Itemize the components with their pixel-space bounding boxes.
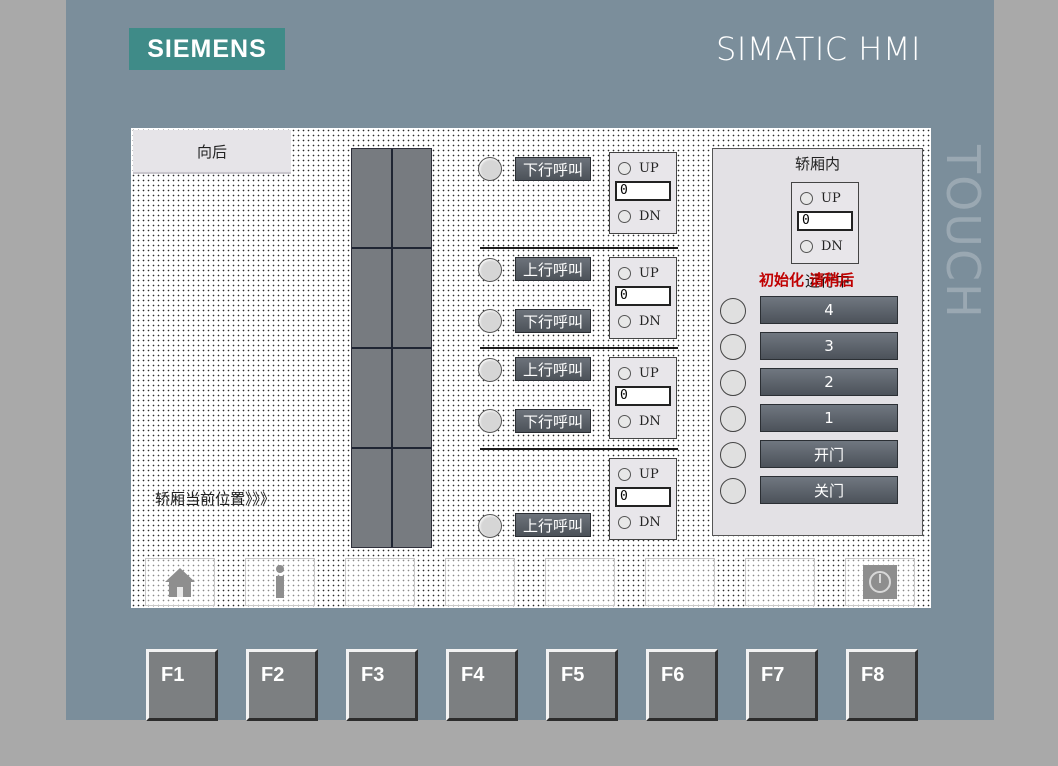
floor-2-up-lamp [478, 358, 502, 382]
f1-key[interactable]: F1 [146, 649, 218, 721]
elevator-shaft [351, 148, 432, 548]
f7-key[interactable]: F7 [746, 649, 818, 721]
door-open-lamp [720, 442, 746, 468]
up-label: UP [639, 266, 659, 281]
floor-3-up-lamp [478, 258, 502, 282]
nav-slot-4[interactable] [445, 558, 515, 606]
dn-lamp [618, 516, 631, 529]
init-status: 初始化 请稍后 [759, 271, 855, 289]
nav-slot-3[interactable] [345, 558, 415, 606]
power-icon [863, 565, 897, 599]
floor-value: 0 [797, 211, 853, 231]
floor-separator [480, 448, 678, 450]
dn-lamp [800, 240, 813, 253]
floor-3-up-call-button[interactable]: 上行呼叫 [515, 257, 591, 281]
floor-2-display: UP 0 DN [609, 357, 677, 439]
up-lamp [618, 162, 631, 175]
door-close-lamp [720, 478, 746, 504]
f3-key[interactable]: F3 [346, 649, 418, 721]
floor-1-lamp [720, 406, 746, 432]
floor-3-down-call-button[interactable]: 下行呼叫 [515, 309, 591, 333]
info-icon [276, 565, 284, 598]
floor-line [352, 447, 431, 449]
floor-1-up-call-button[interactable]: 上行呼叫 [515, 513, 591, 537]
floor-line [352, 247, 431, 249]
car-floor-1-button[interactable]: 1 [760, 404, 898, 432]
nav-slot-6[interactable] [645, 558, 715, 606]
floor-1-up-lamp [478, 514, 502, 538]
floor-value: 0 [615, 487, 671, 507]
f5-key[interactable]: F5 [546, 649, 618, 721]
dn-lamp [618, 315, 631, 328]
nav-slot-7[interactable] [745, 558, 815, 606]
floor-3-display: UP 0 DN [609, 257, 677, 339]
floor-line [352, 347, 431, 349]
info-button[interactable] [245, 558, 315, 606]
f4-key[interactable]: F4 [446, 649, 518, 721]
f8-key[interactable]: F8 [846, 649, 918, 721]
simatic-hmi-label: SIMATIC HMI [716, 30, 921, 68]
dn-label: DN [639, 209, 661, 224]
dn-label: DN [639, 414, 661, 429]
floor-value: 0 [615, 181, 671, 201]
floor-3-down-lamp [478, 309, 502, 333]
floor-2-down-lamp [478, 409, 502, 433]
floor-4-down-call-button[interactable]: 下行呼叫 [515, 157, 591, 181]
car-panel: 轿厢内 UP 0 DN 运行中 初始化 请稍后 4 3 2 1 开门 关门 [712, 148, 923, 536]
floor-2-up-call-button[interactable]: 上行呼叫 [515, 357, 591, 381]
up-label: UP [639, 161, 659, 176]
floor-separator [480, 347, 678, 349]
f2-key[interactable]: F2 [246, 649, 318, 721]
home-button[interactable] [145, 558, 215, 606]
up-label: UP [821, 191, 841, 206]
navigation-bar [131, 558, 931, 608]
floor-2-down-call-button[interactable]: 下行呼叫 [515, 409, 591, 433]
floor-4-lamp [720, 298, 746, 324]
dn-label: DN [639, 314, 661, 329]
floor-3-lamp [720, 334, 746, 360]
hmi-screen: 向后 轿厢当前位置》》》 下行呼叫 UP 0 DN 上行呼叫 下行呼叫 UP 0… [131, 128, 931, 608]
car-floor-2-button[interactable]: 2 [760, 368, 898, 396]
floor-4-display: UP 0 DN [609, 152, 677, 234]
touch-label: TOUCH [932, 128, 994, 336]
up-label: UP [639, 467, 659, 482]
dn-label: DN [821, 239, 843, 254]
up-lamp [618, 267, 631, 280]
door-open-button[interactable]: 开门 [760, 440, 898, 468]
nav-slot-5[interactable] [545, 558, 615, 606]
floor-1-display: UP 0 DN [609, 458, 677, 540]
car-floor-4-button[interactable]: 4 [760, 296, 898, 324]
power-button[interactable] [845, 558, 915, 606]
dn-label: DN [639, 515, 661, 530]
door-close-button[interactable]: 关门 [760, 476, 898, 504]
up-lamp [800, 192, 813, 205]
home-icon [165, 568, 195, 597]
f6-key[interactable]: F6 [646, 649, 718, 721]
car-floor-3-button[interactable]: 3 [760, 332, 898, 360]
dn-lamp [618, 210, 631, 223]
floor-4-down-lamp [478, 157, 502, 181]
dn-lamp [618, 415, 631, 428]
up-lamp [618, 468, 631, 481]
up-lamp [618, 367, 631, 380]
car-panel-title: 轿厢内 [794, 155, 840, 173]
siemens-logo: SIEMENS [129, 28, 285, 70]
back-button[interactable]: 向后 [133, 130, 291, 174]
floor-2-lamp [720, 370, 746, 396]
up-label: UP [639, 366, 659, 381]
car-floor-display: UP 0 DN [791, 182, 859, 264]
floor-value: 0 [615, 386, 671, 406]
car-position-label: 轿厢当前位置》》》 [155, 490, 276, 508]
floor-value: 0 [615, 286, 671, 306]
floor-separator [480, 247, 678, 249]
